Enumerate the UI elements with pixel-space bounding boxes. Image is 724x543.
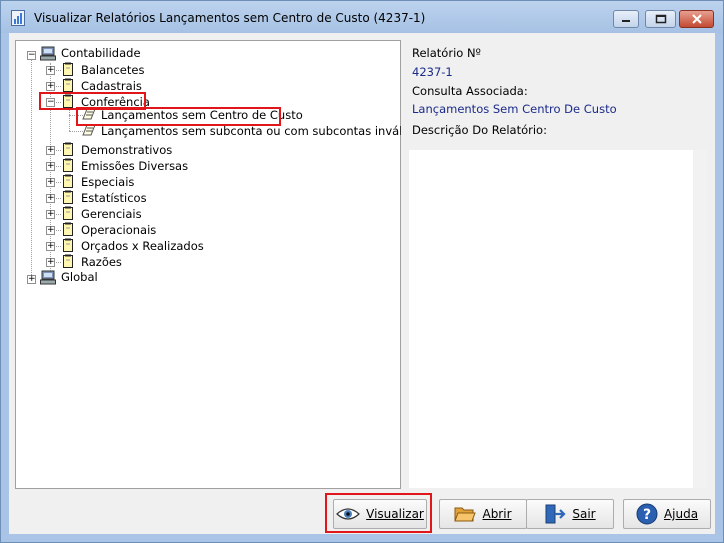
help-icon: ? xyxy=(636,503,658,525)
descricao-scrollbar[interactable] xyxy=(693,150,707,488)
highlight-selected-report xyxy=(76,107,281,126)
minimize-icon xyxy=(622,20,630,22)
tree-node-cadastrais[interactable]: Cadastrais xyxy=(81,79,142,93)
folder-notebook-icon xyxy=(63,174,73,188)
folder-notebook-icon xyxy=(63,78,73,92)
maximize-button[interactable] xyxy=(645,10,676,28)
tree-node-gerenciais[interactable]: Gerenciais xyxy=(81,207,142,221)
expand-toggle[interactable]: + xyxy=(46,162,55,171)
highlight-visualizar xyxy=(325,493,432,533)
tree-node-razoes[interactable]: Razões xyxy=(81,255,122,269)
expand-toggle[interactable]: + xyxy=(46,178,55,187)
tree-connector xyxy=(69,107,70,131)
folder-notebook-icon xyxy=(63,254,73,268)
folder-notebook-icon xyxy=(63,222,73,236)
abrir-button[interactable]: Abrir xyxy=(439,499,527,529)
maximize-icon xyxy=(655,14,666,24)
close-button[interactable] xyxy=(679,10,714,28)
tree-node-balancetes[interactable]: Balancetes xyxy=(81,63,144,77)
close-icon xyxy=(691,14,702,24)
tree-node-global[interactable]: Global xyxy=(61,270,98,284)
title-bar[interactable]: Visualizar Relatórios Lançamentos sem Ce… xyxy=(1,1,723,33)
expand-toggle[interactable]: + xyxy=(46,82,55,91)
abrir-label: Abrir xyxy=(482,507,512,521)
expand-toggle[interactable]: + xyxy=(46,146,55,155)
expand-toggle[interactable]: + xyxy=(27,275,36,284)
tree-node-contabilidade[interactable]: Contabilidade xyxy=(61,46,141,60)
collapse-toggle[interactable]: − xyxy=(27,51,36,60)
folder-notebook-icon xyxy=(63,206,73,220)
client-area: − Contabilidade + Balancetes + Cadastrais − C… xyxy=(9,33,715,534)
report-app-icon xyxy=(11,10,25,26)
relatorio-label: Relatório Nº xyxy=(412,46,481,60)
consulta-label: Consulta Associada: xyxy=(412,84,528,98)
svg-text:?: ? xyxy=(643,507,651,523)
relatorio-value: 4237-1 xyxy=(412,65,453,79)
folder-notebook-icon xyxy=(63,142,73,156)
report-tree[interactable]: − Contabilidade + Balancetes + Cadastrais − C… xyxy=(15,40,426,489)
folder-open-icon xyxy=(454,507,477,522)
expand-toggle[interactable]: + xyxy=(46,242,55,251)
expand-toggle[interactable]: + xyxy=(46,258,55,267)
computer-icon xyxy=(40,270,56,285)
tree-node-estatisticos[interactable]: Estatísticos xyxy=(81,191,147,205)
report-viewer-window: Visualizar Relatórios Lançamentos sem Ce… xyxy=(0,0,724,543)
folder-notebook-icon xyxy=(63,190,73,204)
tree-node-especiais[interactable]: Especiais xyxy=(81,175,134,189)
sair-button[interactable]: Sair xyxy=(526,499,614,529)
expand-toggle[interactable]: + xyxy=(46,194,55,203)
computer-icon xyxy=(40,46,56,61)
ajuda-button[interactable]: ? Ajuda xyxy=(623,499,711,529)
report-details-panel: Relatório Nº 4237-1 Consulta Associada: … xyxy=(407,40,709,489)
tree-node-orcados-x-realizados[interactable]: Orçados x Realizados xyxy=(81,239,204,253)
tree-leaf-lancamentos-sem-subconta[interactable]: Lançamentos sem subconta ou com subconta… xyxy=(101,124,426,138)
consulta-value: Lançamentos Sem Centro De Custo xyxy=(412,102,617,116)
tree-node-operacionais[interactable]: Operacionais xyxy=(81,223,156,237)
tree-node-demonstrativos[interactable]: Demonstrativos xyxy=(81,143,172,157)
tree-node-emissoes-diversas[interactable]: Emissões Diversas xyxy=(81,159,188,173)
expand-toggle[interactable]: + xyxy=(46,226,55,235)
window-title: Visualizar Relatórios Lançamentos sem Ce… xyxy=(34,11,426,25)
sair-label: Sair xyxy=(572,507,596,521)
folder-notebook-icon xyxy=(63,62,73,76)
ajuda-label: Ajuda xyxy=(663,507,699,521)
expand-toggle[interactable]: + xyxy=(46,210,55,219)
tree-connector xyxy=(31,55,32,279)
folder-notebook-icon xyxy=(63,238,73,252)
minimize-button[interactable] xyxy=(613,10,639,28)
descricao-textarea[interactable] xyxy=(409,150,693,488)
folder-notebook-icon xyxy=(63,158,73,172)
exit-door-icon xyxy=(545,504,566,524)
descricao-label: Descrição Do Relatório: xyxy=(412,123,547,137)
expand-toggle[interactable]: + xyxy=(46,66,55,75)
